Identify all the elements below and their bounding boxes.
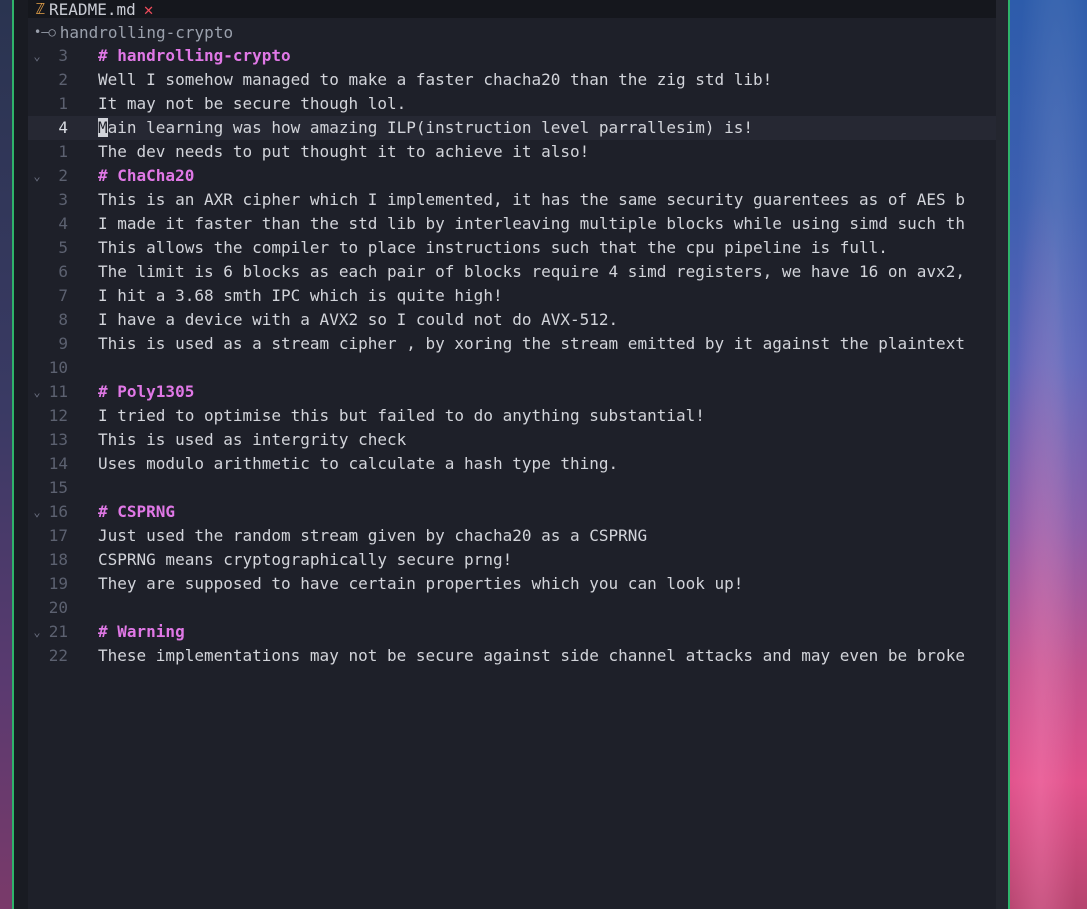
editor-line[interactable]: 6 The limit is 6 blocks as each pair of b… <box>28 260 996 284</box>
line-text: This allows the compiler to place instru… <box>98 238 888 257</box>
line-text: This is used as a stream cipher , by xor… <box>98 334 965 353</box>
editor-line[interactable]: 12 I tried to optimise this but failed to… <box>28 404 996 428</box>
editor-line[interactable]: 13 This is used as intergrity check <box>28 428 996 452</box>
editor-line[interactable]: 17 Just used the random stream given by c… <box>28 524 996 548</box>
line-number: 9 <box>58 334 68 353</box>
line-number: 15 <box>48 478 68 497</box>
line-number: 4 <box>58 214 68 233</box>
editor-line[interactable]: 4 I made it faster than the std lib by in… <box>28 212 996 236</box>
line-number: 21 <box>48 622 68 641</box>
left-edge-strip <box>14 0 28 909</box>
editor-line[interactable]: 19 They are supposed to have certain prop… <box>28 572 996 596</box>
desktop-wallpaper-left <box>0 0 12 909</box>
markdown-heading: # CSPRNG <box>98 502 176 521</box>
editor-line[interactable]: ⌄ 3 # handrolling-crypto <box>28 44 996 68</box>
line-number: 19 <box>48 574 68 593</box>
line-number: 18 <box>48 550 68 569</box>
editor-line[interactable]: 9 This is used as a stream cipher , by xo… <box>28 332 996 356</box>
editor-line[interactable]: 2 Well I somehow managed to make a faster… <box>28 68 996 92</box>
line-number: 20 <box>48 598 68 617</box>
line-text: Well I somehow managed to make a faster … <box>98 70 773 89</box>
line-number: 8 <box>58 310 68 329</box>
line-number: 13 <box>48 430 68 449</box>
line-text: I tried to optimise this but failed to d… <box>98 406 705 425</box>
line-number: 22 <box>48 646 68 665</box>
editor-line[interactable]: 18 CSPRNG means cryptographically secure … <box>28 548 996 572</box>
close-icon[interactable]: ✕ <box>144 0 154 19</box>
git-branch-icon: •–○ <box>34 25 56 39</box>
editor-line[interactable]: 10 <box>28 356 996 380</box>
editor-line[interactable]: 20 <box>28 596 996 620</box>
desktop-wallpaper-right <box>1010 0 1087 909</box>
line-number: 12 <box>48 406 68 425</box>
line-number: 4 <box>58 118 68 137</box>
zig-file-icon: ℤ <box>36 0 46 18</box>
tab-readme[interactable]: ℤ README.md ✕ <box>36 0 154 19</box>
editor-line[interactable]: ⌄ 16 # CSPRNG <box>28 500 996 524</box>
editor-line[interactable]: 1 The dev needs to put thought it to achi… <box>28 140 996 164</box>
line-number: 1 <box>58 94 68 113</box>
line-text: I hit a 3.68 smth IPC which is quite hig… <box>98 286 503 305</box>
text-cursor: M <box>98 118 108 137</box>
line-text: The dev needs to put thought it to achie… <box>98 142 590 161</box>
editor-line[interactable]: 22 These implementations may not be secur… <box>28 644 996 668</box>
editor-line[interactable]: 5 This allows the compiler to place instr… <box>28 236 996 260</box>
line-number: 17 <box>48 526 68 545</box>
line-number: 14 <box>48 454 68 473</box>
markdown-heading: # handrolling-crypto <box>98 46 291 65</box>
line-text: These implementations may not be secure … <box>98 646 965 665</box>
line-text: I made it faster than the std lib by int… <box>98 214 965 233</box>
editor-line[interactable]: 4 Main learning was how amazing ILP(instr… <box>28 116 996 140</box>
line-number: 2 <box>58 70 68 89</box>
line-number: 6 <box>58 262 68 281</box>
editor-line[interactable]: 7 I hit a 3.68 smth IPC which is quite hi… <box>28 284 996 308</box>
line-number: 1 <box>58 142 68 161</box>
line-text: The limit is 6 blocks as each pair of bl… <box>98 262 965 281</box>
line-number: 10 <box>48 358 68 377</box>
line-number: 16 <box>48 502 68 521</box>
line-number: 3 <box>58 46 68 65</box>
breadcrumb-label: handrolling-crypto <box>59 22 234 42</box>
line-number: 3 <box>58 190 68 209</box>
line-number: 7 <box>58 286 68 305</box>
editor-line[interactable]: ⌄ 11 # Poly1305 <box>28 380 996 404</box>
editor-line[interactable]: ⌄ 21 # Warning <box>28 620 996 644</box>
line-text: Uses modulo arithmetic to calculate a ha… <box>98 454 619 473</box>
tab-bar: ℤ README.md ✕ <box>28 0 996 19</box>
line-text: This is used as intergrity check <box>98 430 407 449</box>
tab-title: README.md <box>49 0 136 19</box>
editor-line[interactable]: 1 It may not be secure though lol. <box>28 92 996 116</box>
line-text: They are supposed to have certain proper… <box>98 574 744 593</box>
editor-line[interactable]: 14 Uses modulo arithmetic to calculate a … <box>28 452 996 476</box>
editor-window: ℤ README.md ✕ •–○ handrolling-crypto ⌄ 3 #… <box>12 0 1010 909</box>
editor-line[interactable]: 15 <box>28 476 996 500</box>
markdown-heading: # ChaCha20 <box>98 166 195 185</box>
line-number: 11 <box>48 382 68 401</box>
code-editor[interactable]: ⌄ 3 # handrolling-crypto 2 Well I somehow ma… <box>28 44 996 668</box>
editor-line[interactable]: 3 This is an AXR cipher which I implement… <box>28 188 996 212</box>
editor-line[interactable]: 8 I have a device with a AVX2 so I could … <box>28 308 996 332</box>
line-text: Main learning was how amazing ILP(instru… <box>98 118 754 137</box>
line-number: 5 <box>58 238 68 257</box>
markdown-heading: # Warning <box>98 622 185 641</box>
line-number: 2 <box>58 166 68 185</box>
line-text: CSPRNG means cryptographically secure pr… <box>98 550 513 569</box>
line-text: It may not be secure though lol. <box>98 94 407 113</box>
breadcrumb[interactable]: •–○ handrolling-crypto <box>34 22 233 42</box>
editor-line[interactable]: ⌄ 2 # ChaCha20 <box>28 164 996 188</box>
line-text: This is an AXR cipher which I implemente… <box>98 190 965 209</box>
markdown-heading: # Poly1305 <box>98 382 195 401</box>
line-text: Just used the random stream given by cha… <box>98 526 648 545</box>
line-text: I have a device with a AVX2 so I could n… <box>98 310 619 329</box>
vertical-scrollbar[interactable] <box>996 0 1008 909</box>
